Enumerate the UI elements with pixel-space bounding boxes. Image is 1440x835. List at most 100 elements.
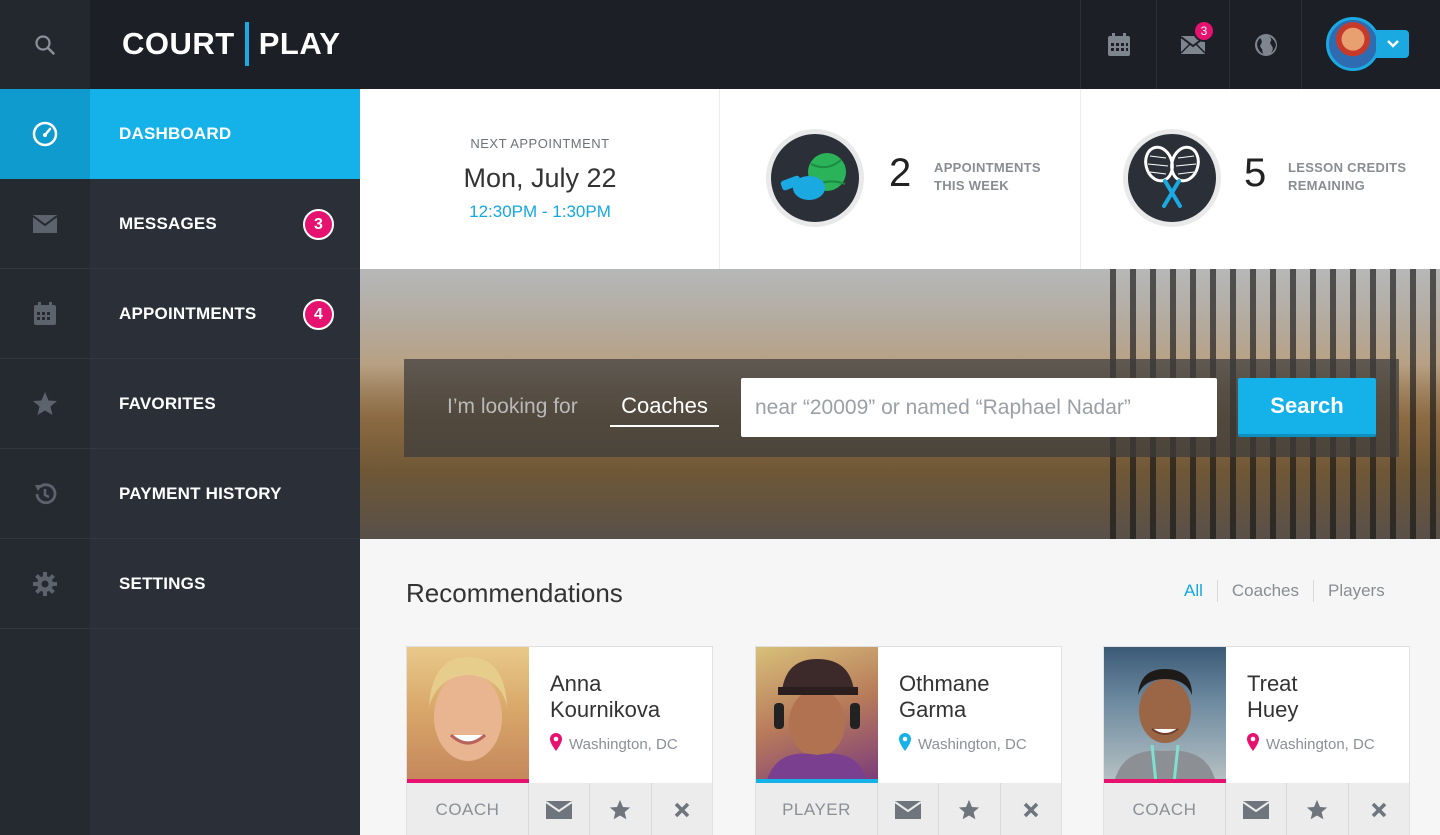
rackets-icon — [1123, 129, 1221, 227]
lesson-credits-text: LESSON CREDITS REMAINING — [1288, 159, 1406, 195]
search-prefix: I’m looking for — [447, 395, 578, 418]
appointments-week-line2: THIS WEEK — [934, 178, 1009, 193]
sidebar-item-label: DASHBOARD — [119, 124, 232, 143]
messages-count-badge: 3 — [303, 209, 334, 240]
globe-icon[interactable] — [1229, 0, 1301, 89]
calendar-icon — [0, 269, 90, 359]
card-actions: PLAYER — [756, 783, 1061, 835]
first-name: Treat — [1247, 671, 1298, 696]
category-select[interactable]: Coaches — [610, 393, 719, 427]
avatar[interactable] — [1326, 17, 1380, 71]
sidebar-item-label: MESSAGES — [119, 214, 217, 233]
sidebar-item-label: PAYMENT HISTORY — [119, 484, 282, 503]
last-name: Garma — [899, 697, 967, 722]
role-label: COACH — [407, 783, 529, 835]
profile-location: Washington, DC — [550, 733, 678, 755]
hero-banner: I’m looking for Coaches Search — [360, 269, 1440, 539]
close-icon[interactable] — [1001, 783, 1061, 835]
search-button[interactable]: Search — [1238, 378, 1376, 437]
star-icon[interactable] — [1287, 783, 1349, 835]
card-actions: COACH — [407, 783, 712, 835]
search-input[interactable] — [741, 378, 1217, 437]
calendar-icon[interactable] — [1080, 0, 1156, 89]
sidebar-item-appointments[interactable]: APPOINTMENTS 4 — [0, 269, 360, 359]
mail-icon[interactable]: 3 — [1156, 0, 1229, 89]
recommendations-title: Recommendations — [406, 578, 623, 608]
next-appointment-time: 12:30PM - 1:30PM — [469, 202, 611, 221]
profile-name[interactable]: Treat Huey — [1247, 671, 1407, 723]
last-name: Kournikova — [550, 697, 661, 722]
recommendation-card[interactable]: Othmane Garma Washington, DC PLAYER — [755, 646, 1062, 835]
top-bar: COURT PLAY 3 — [0, 0, 1440, 89]
mail-badge: 3 — [1193, 20, 1215, 42]
lesson-credits-line1: LESSON CREDITS — [1288, 160, 1407, 175]
role-label: COACH — [1104, 783, 1226, 835]
card-actions: COACH — [1104, 783, 1409, 835]
close-icon[interactable] — [652, 783, 712, 835]
appointments-week-text: APPOINTMENTS THIS WEEK — [934, 159, 1041, 195]
sidebar-item-payment-history[interactable]: PAYMENT HISTORY — [0, 449, 360, 539]
next-appointment-label: NEXT APPOINTMENT — [470, 136, 610, 151]
profile-photo[interactable] — [407, 647, 529, 783]
appointments-count-badge: 4 — [303, 299, 334, 330]
dashboard-icon — [0, 89, 90, 179]
sidebar-item-messages[interactable]: MESSAGES 3 — [0, 179, 360, 269]
profile-location: Washington, DC — [899, 733, 1027, 755]
appointments-week-panel[interactable]: 2 APPOINTMENTS THIS WEEK — [720, 89, 1081, 269]
sidebar-item-label: SETTINGS — [119, 574, 206, 593]
search-icon[interactable] — [0, 0, 90, 89]
recommendation-card[interactable]: Anna Kournikova Washington, DC COACH — [406, 646, 713, 835]
star-icon — [0, 359, 90, 449]
recommendation-card[interactable]: Treat Huey Washington, DC COACH — [1103, 646, 1410, 835]
profile-photo[interactable] — [756, 647, 878, 783]
mail-icon[interactable] — [878, 783, 940, 835]
next-appointment-date: Mon, July 22 — [463, 163, 617, 193]
star-icon[interactable] — [590, 783, 652, 835]
first-name: Anna — [550, 671, 602, 696]
chevron-down-icon[interactable] — [1376, 30, 1409, 58]
sidebar: DASHBOARD MESSAGES 3 APPOINTMENTS 4 FAVO… — [0, 89, 360, 835]
location-text: Washington, DC — [569, 735, 678, 753]
filter-all[interactable]: All — [1170, 580, 1217, 602]
location-text: Washington, DC — [1266, 735, 1375, 753]
logo-right: PLAY — [258, 26, 341, 61]
close-icon[interactable] — [1349, 783, 1409, 835]
logo-divider — [244, 22, 249, 66]
sidebar-item-label: FAVORITES — [119, 394, 216, 413]
sidebar-item-label: APPOINTMENTS — [119, 304, 257, 323]
map-pin-icon — [550, 733, 562, 755]
last-name: Huey — [1247, 697, 1299, 722]
gear-icon — [0, 539, 90, 629]
appointments-week-line1: APPOINTMENTS — [934, 160, 1041, 175]
logo-left: COURT — [122, 26, 235, 61]
lesson-credits-panel[interactable]: 5 LESSON CREDITS REMAINING — [1081, 89, 1440, 269]
mail-icon[interactable] — [1226, 783, 1288, 835]
app-logo[interactable]: COURT PLAY — [122, 22, 341, 66]
profile-name[interactable]: Anna Kournikova — [550, 671, 710, 723]
lesson-credits-count: 5 — [1244, 151, 1267, 195]
recommendation-filters: All Coaches Players — [1170, 580, 1399, 602]
first-name: Othmane — [899, 671, 990, 696]
sidebar-item-favorites[interactable]: FAVORITES — [0, 359, 360, 449]
next-appointment-panel[interactable]: NEXT APPOINTMENT Mon, July 22 12:30PM - … — [360, 89, 720, 269]
profile-location: Washington, DC — [1247, 733, 1375, 755]
stats-row: NEXT APPOINTMENT Mon, July 22 12:30PM - … — [360, 89, 1440, 269]
star-icon[interactable] — [939, 783, 1001, 835]
profile-name[interactable]: Othmane Garma — [899, 671, 1059, 723]
sidebar-item-settings[interactable]: SETTINGS — [0, 539, 360, 629]
location-text: Washington, DC — [918, 735, 1027, 753]
profile-photo[interactable] — [1104, 647, 1226, 783]
whistle-ball-icon — [766, 129, 864, 227]
lesson-credits-line2: REMAINING — [1288, 178, 1366, 193]
map-pin-icon — [899, 733, 911, 755]
filter-coaches[interactable]: Coaches — [1216, 580, 1313, 602]
search-bar: I’m looking for Coaches Search — [404, 359, 1399, 457]
history-icon — [0, 449, 90, 539]
sidebar-item-dashboard[interactable]: DASHBOARD — [0, 89, 360, 179]
mail-icon — [0, 179, 90, 269]
mail-icon[interactable] — [529, 783, 591, 835]
appointments-week-count: 2 — [889, 151, 912, 195]
map-pin-icon — [1247, 733, 1259, 755]
filter-players[interactable]: Players — [1313, 580, 1399, 602]
role-label: PLAYER — [756, 783, 878, 835]
